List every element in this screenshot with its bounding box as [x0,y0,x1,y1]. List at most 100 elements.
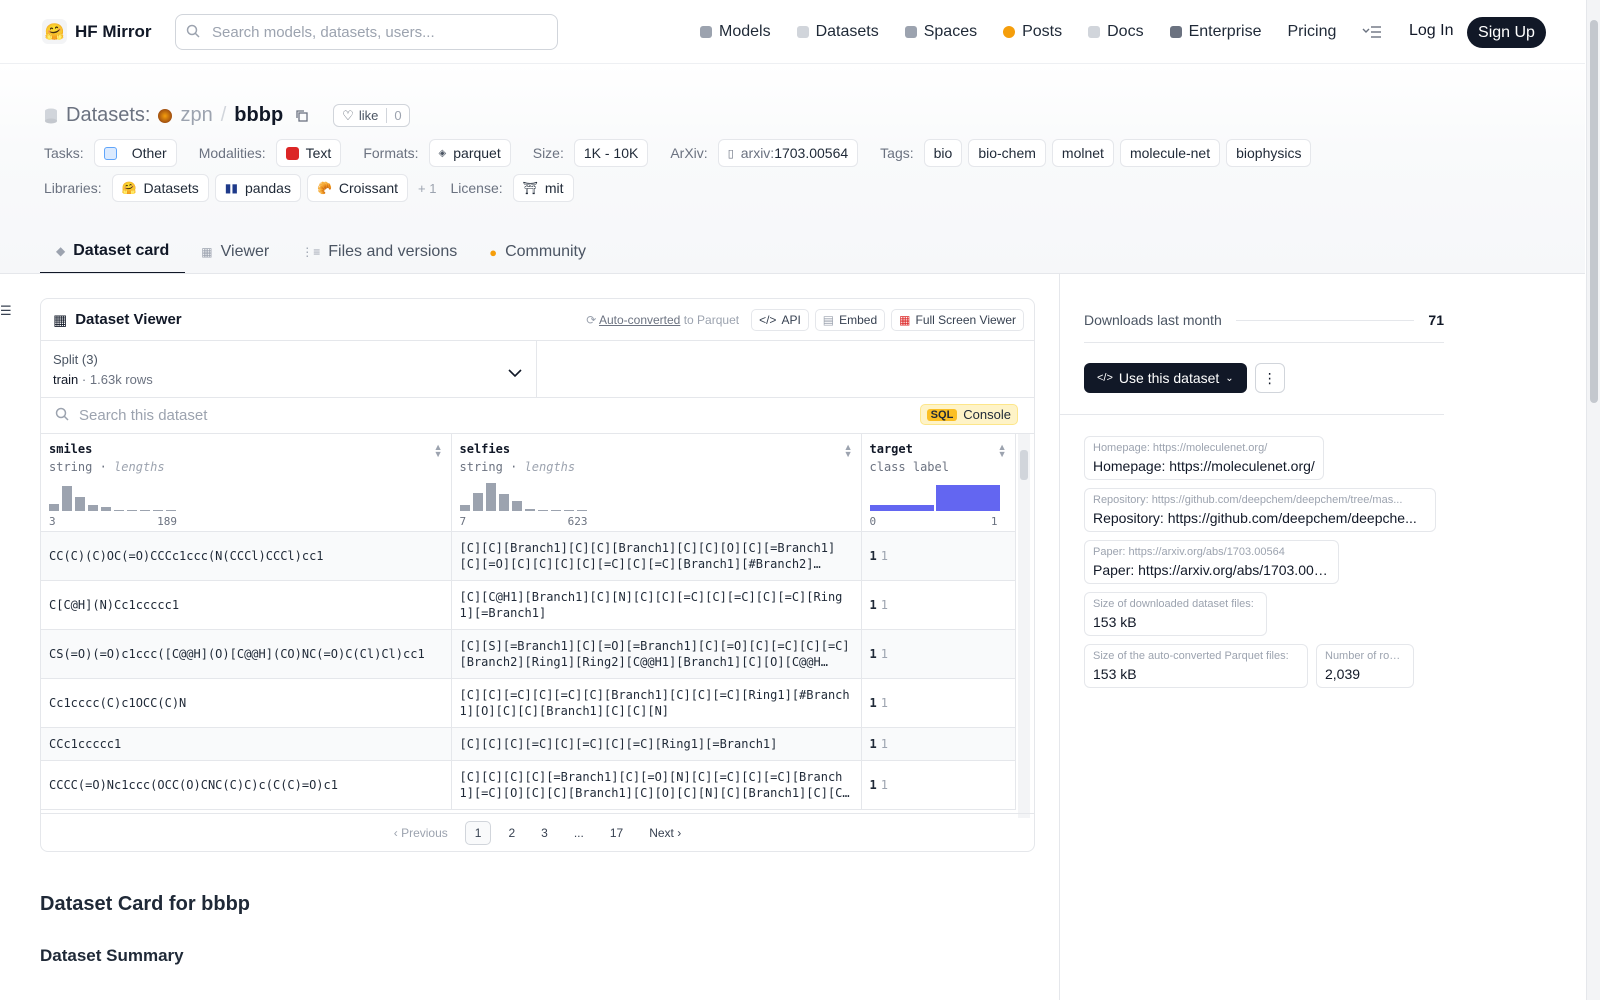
histogram-bar[interactable] [472,492,483,511]
paper-info[interactable]: Paper: https://arxiv.org/abs/1703.00564 … [1084,540,1339,584]
repository-info[interactable]: Repository: https://github.com/deepchem/… [1084,488,1436,532]
column-header-smiles[interactable]: smiles string · lengths ▲ ▼ 3 189 [41,434,452,532]
histogram-bar[interactable] [101,506,111,511]
nav-more-menu[interactable] [1362,25,1382,39]
histogram-bar[interactable] [127,509,137,511]
embed-button[interactable]: ▤ Embed [814,309,886,331]
cell-selfies[interactable]: [C][C][C][=C][C][=C][C][=C][Ring1][=Bran… [451,727,862,761]
tab-dataset-card[interactable]: ◆ Dataset card [40,230,186,274]
histogram-bar[interactable] [88,504,98,511]
cell-target[interactable]: 11 [861,629,1016,679]
sort-icon[interactable]: ▲ ▼ [844,443,853,459]
table-row[interactable]: CC(C)(C)OC(=O)CCCc1ccc(N(CCCl)CCCl)cc1 [C… [41,531,1016,581]
histogram-bar[interactable] [140,509,150,511]
size-chip[interactable]: 1K - 10K [573,139,649,167]
cell-target[interactable]: 11 [861,678,1016,728]
task-chip[interactable]: Other [93,139,177,167]
cell-smiles[interactable]: CCCC(=O)Nc1ccc(OCC(O)CNC(C)C)c(C(C)=O)c1 [41,760,452,810]
histogram-bar[interactable] [485,482,496,511]
class-bar[interactable] [869,504,934,511]
modality-chip[interactable]: Text [275,139,342,167]
histogram-bar[interactable] [563,509,574,511]
repo-owner[interactable]: zpn [180,104,212,127]
sort-icon[interactable]: ▲ ▼ [998,443,1007,459]
nav-datasets[interactable]: Datasets [796,23,879,41]
tag-chip-biophysics[interactable]: biophysics [1226,139,1312,167]
page-scrollbar[interactable] [1586,0,1600,1000]
repo-name[interactable]: bbbp [234,104,283,127]
histogram-bar[interactable] [114,509,124,511]
histogram-bar[interactable] [166,509,176,511]
histogram-bar[interactable] [153,509,163,511]
use-this-dataset-button[interactable]: </> Use this dataset ⌄ [1084,363,1247,393]
histogram-bar[interactable] [62,485,72,511]
cell-target[interactable]: 11 [861,727,1016,761]
tag-chip-bio[interactable]: bio [923,139,963,167]
license-chip[interactable]: ⛩ mit [512,174,574,202]
cell-smiles[interactable]: Cc1cccc(C)c1OCC(C)N [41,678,452,728]
library-chip-croissant[interactable]: 🥐 Croissant [306,174,409,202]
class-bar[interactable] [935,484,1000,511]
cell-smiles[interactable]: CS(=O)(=O)c1ccc([C@@H](O)[C@@H](CO)NC(=O… [41,629,452,679]
table-row[interactable]: CS(=O)(=O)c1ccc([C@@H](O)[C@@H](CO)NC(=O… [41,629,1016,679]
column-header-selfies[interactable]: selfies string · lengths ▲ ▼ 7 623 [451,434,862,532]
brand-logo[interactable]: 🤗 HF Mirror [42,19,152,44]
histogram-bar[interactable] [498,493,509,511]
library-chip-pandas[interactable]: ▮▮ pandas [214,174,301,202]
page-1-button[interactable]: 1 [464,820,492,845]
tab-files[interactable]: ⋮≡ Files and versions [285,230,473,274]
fullscreen-viewer-button[interactable]: ▦ Full Screen Viewer [891,309,1024,331]
table-row[interactable]: CCc1ccccc1 [C][C][C][=C][C][=C][C][=C][Ri… [41,727,1016,761]
tag-chip-molecule-net[interactable]: molecule-net [1119,139,1221,167]
previous-page-button[interactable]: ‹ Previous [385,822,457,844]
nav-spaces[interactable]: Spaces [904,23,977,41]
cell-smiles[interactable]: CCc1ccccc1 [41,727,452,761]
api-button[interactable]: </> API [751,309,809,331]
split-selector[interactable]: Split (3) train · 1.63k rows [41,341,537,397]
page-2-button[interactable]: 2 [499,822,524,844]
library-chip-datasets[interactable]: 🤗 Datasets [111,174,209,202]
side-menu-toggle-icon[interactable]: ☰ [0,303,12,319]
signup-button[interactable]: Sign Up [1467,17,1546,48]
cell-selfies[interactable]: [C][C][=C][C][=C][C][Branch1][C][C][=C][… [451,678,862,728]
sort-icon[interactable]: ▲ ▼ [434,443,443,459]
tab-community[interactable]: ● Community [473,230,602,274]
arxiv-chip[interactable]: ▯ arxiv:1703.00564 [717,139,859,167]
table-row[interactable]: Cc1cccc(C)c1OCC(C)N [C][C][=C][C][=C][C][… [41,678,1016,728]
cell-selfies[interactable]: [C][C][C][C][=Branch1][C][=O][N][C][=C][… [451,760,862,810]
page-3-button[interactable]: 3 [532,822,557,844]
histogram-bar[interactable] [459,504,470,511]
nav-models[interactable]: Models [700,23,771,41]
cell-smiles[interactable]: C[C@H](N)Cc1ccccc1 [41,580,452,630]
page-17-button[interactable]: 17 [601,822,632,844]
more-options-button[interactable]: ⋮ [1254,363,1285,393]
format-chip[interactable]: ◈ parquet [428,139,511,167]
libraries-more[interactable]: + 1 [418,181,436,196]
nav-enterprise[interactable]: Enterprise [1169,23,1261,41]
histogram-bar[interactable] [537,509,548,511]
next-page-button[interactable]: Next › [640,822,690,844]
table-row[interactable]: CCCC(=O)Nc1ccc(OCC(O)CNC(C)C)c(C(C)=O)c1… [41,760,1016,810]
column-header-target[interactable]: target class label ▲ ▼ 01 [861,434,1016,532]
cell-selfies[interactable]: [C][C][Branch1][C][C][Branch1][C][C][O][… [451,531,862,581]
histogram-bar[interactable] [511,500,522,511]
homepage-info[interactable]: Homepage: https://moleculenet.org/ Homep… [1084,436,1324,480]
tab-viewer[interactable]: ▦ Viewer [185,230,285,274]
sql-console-button[interactable]: SQL Console [919,404,1018,425]
nav-docs[interactable]: Docs [1088,23,1144,41]
cell-target[interactable]: 11 [861,531,1016,581]
global-search-input[interactable]: Search models, datasets, users... [175,14,558,50]
cell-target[interactable]: 11 [861,760,1016,810]
tag-chip-bio-chem[interactable]: bio-chem [968,139,1046,167]
table-scrollbar[interactable] [1018,434,1030,818]
section-label[interactable]: Datasets: [66,104,150,127]
like-button[interactable]: ♡ like 0 [333,104,410,127]
table-row[interactable]: C[C@H](N)Cc1ccccc1 [C][C@H1][Branch1][C][… [41,580,1016,630]
histogram-bar[interactable] [524,508,535,511]
dataset-search-input[interactable]: Search this dataset SQL Console [41,398,1034,434]
tag-chip-molnet[interactable]: molnet [1051,139,1114,167]
copy-icon[interactable] [295,109,309,123]
cell-selfies[interactable]: [C][S][=Branch1][C][=O][=Branch1][C][=O]… [451,629,862,679]
histogram-bar[interactable] [550,509,561,511]
histogram-bar[interactable] [49,503,59,511]
